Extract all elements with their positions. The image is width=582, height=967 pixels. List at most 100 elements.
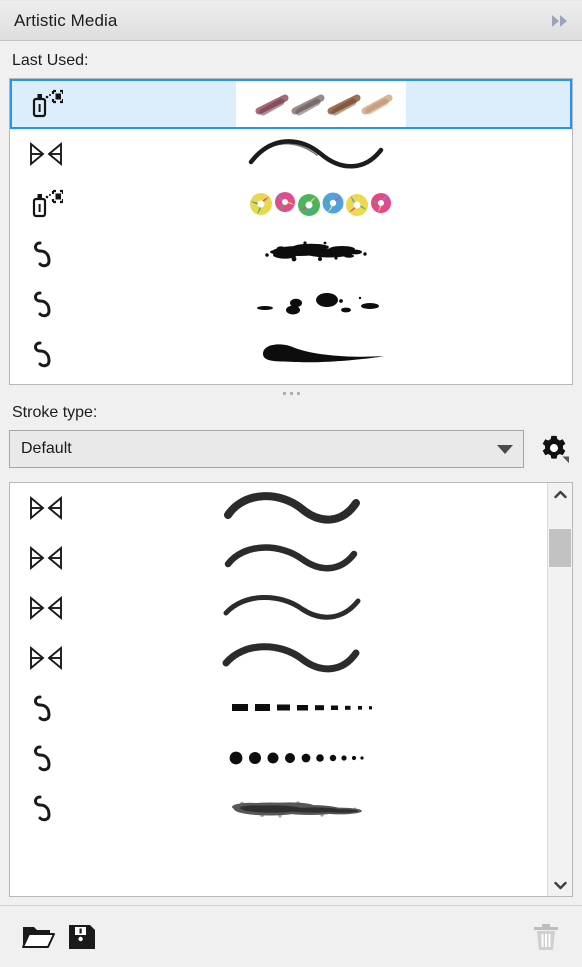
s-curve-calligraphic-glyph <box>248 139 384 169</box>
wave-bold-tapered-glyph <box>222 643 359 673</box>
table-row[interactable] <box>10 533 547 583</box>
wave-thick-tapered-glyph <box>223 492 360 524</box>
folder-open-icon[interactable] <box>16 915 60 959</box>
list-item[interactable] <box>10 329 572 379</box>
sprayer-glyph <box>32 89 63 118</box>
teardrop-taper-stroke-preview <box>236 331 406 377</box>
s-curve-calligraphic-preview <box>236 131 406 177</box>
pinwheel-sprayer-colorful-preview <box>236 181 406 227</box>
panel-footer <box>0 905 582 967</box>
dots-decreasing-preview <box>72 733 547 783</box>
list-item-preview <box>72 131 570 177</box>
stroke-list-rows <box>10 483 547 896</box>
preset-bowtie-glyph <box>30 545 62 571</box>
dashes-decreasing-glyph <box>231 704 372 711</box>
double-chevron-right-glyph <box>552 14 567 27</box>
preset-bowtie-glyph <box>30 495 62 521</box>
chevron-down-icon[interactable] <box>497 444 513 454</box>
list-item[interactable] <box>10 179 572 229</box>
table-row[interactable] <box>10 583 547 633</box>
trash-glyph <box>534 923 558 950</box>
list-item-preview <box>72 281 570 327</box>
preset-bowtie-icon <box>10 595 72 621</box>
table-row[interactable] <box>10 633 547 683</box>
wave-medium-tapered-preview <box>72 533 547 583</box>
chevron-up-icon[interactable] <box>548 483 572 505</box>
splitter-grip-dot <box>296 392 300 395</box>
chevron-up-glyph <box>553 490 567 498</box>
brush-stroke-glyph <box>34 291 51 318</box>
stroke-list-scrollbar[interactable] <box>547 483 572 896</box>
panel-title: Artistic Media <box>14 10 118 30</box>
teardrop-taper-stroke-glyph <box>263 344 385 363</box>
brush-stroke-icon <box>10 742 72 774</box>
stroke-type-select[interactable]: Default <box>9 430 524 468</box>
artistic-media-docker: Artistic Media Last Used: Stroke type: D… <box>0 0 582 967</box>
preset-bowtie-icon <box>10 495 72 521</box>
panel-splitter[interactable] <box>0 385 582 402</box>
trash-icon <box>524 915 568 959</box>
sprayer-icon <box>12 89 72 119</box>
list-item-preview <box>72 181 570 227</box>
stroke-type-row: Default <box>0 430 582 468</box>
sprayer-glyph <box>32 189 63 218</box>
wave-thin-even-preview <box>72 583 547 633</box>
preset-bowtie-glyph <box>30 645 62 671</box>
dots-decreasing-glyph <box>229 751 364 765</box>
list-item[interactable] <box>10 79 572 129</box>
ink-blobs-stroke-preview <box>236 281 406 327</box>
brush-stroke-icon <box>12 238 72 270</box>
brush-strokes-tan-glyph <box>255 94 393 116</box>
table-row[interactable] <box>10 733 547 783</box>
table-row[interactable] <box>10 483 547 533</box>
list-item[interactable] <box>10 229 572 279</box>
last-used-list[interactable] <box>9 78 573 385</box>
brush-stroke-icon <box>12 288 72 320</box>
table-row[interactable] <box>10 783 547 833</box>
splitter-grip-dot <box>289 392 293 395</box>
double-chevron-right-icon[interactable] <box>546 8 572 34</box>
brush-stroke-icon <box>10 792 72 824</box>
brush-stroke-glyph <box>34 795 51 822</box>
brush-stroke-glyph <box>34 695 51 722</box>
charcoal-rough-stroke-preview <box>72 783 547 833</box>
wave-bold-tapered-preview <box>72 633 547 683</box>
dashes-decreasing-preview <box>72 683 547 733</box>
panel-titlebar: Artistic Media <box>0 0 582 41</box>
folder-open-glyph <box>22 926 55 948</box>
gear-glyph <box>542 435 569 464</box>
floppy-save-icon[interactable] <box>60 915 104 959</box>
wave-thick-tapered-preview <box>72 483 547 533</box>
preset-bowtie-icon <box>12 141 72 167</box>
charcoal-rough-stroke-glyph <box>231 801 362 818</box>
stroke-type-label: Stroke type: <box>12 404 98 421</box>
ink-blobs-stroke-glyph <box>257 293 379 315</box>
table-row[interactable] <box>10 683 547 733</box>
list-item-preview <box>72 81 570 127</box>
preset-bowtie-glyph <box>30 141 62 167</box>
sprayer-icon <box>12 189 72 219</box>
list-item-preview <box>72 231 570 277</box>
stroke-list[interactable] <box>9 482 573 897</box>
splitter-grip-dot <box>282 392 286 395</box>
last-used-label: Last Used: <box>12 52 89 69</box>
list-item[interactable] <box>10 279 572 329</box>
scrollbar-thumb[interactable] <box>549 529 571 567</box>
gear-icon[interactable] <box>534 430 574 468</box>
brush-stroke-glyph <box>34 341 51 368</box>
splatter-stroke-preview <box>236 231 406 277</box>
list-item-preview <box>72 331 570 377</box>
scrollbar-track[interactable] <box>548 505 572 874</box>
floppy-save-glyph <box>69 924 95 949</box>
brush-stroke-icon <box>12 338 72 370</box>
wave-medium-tapered-glyph <box>224 544 357 572</box>
preset-bowtie-glyph <box>30 595 62 621</box>
brush-stroke-icon <box>10 692 72 724</box>
brush-stroke-glyph <box>34 745 51 772</box>
wave-thin-even-glyph <box>223 595 360 620</box>
pinwheel-sprayer-colorful-glyph <box>250 192 391 216</box>
list-item[interactable] <box>10 129 572 179</box>
stroke-type-value: Default <box>21 440 72 457</box>
chevron-down-icon[interactable] <box>548 874 572 896</box>
brush-stroke-glyph <box>34 241 51 268</box>
